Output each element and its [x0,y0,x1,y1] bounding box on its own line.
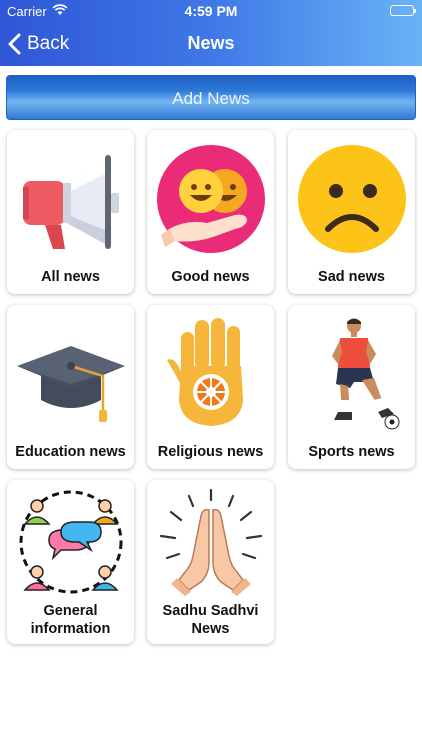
graduation-cap-icon [7,313,134,435]
status-time: 4:59 PM [184,3,238,19]
category-label: General information [30,603,111,637]
people-chat-icon [7,484,134,600]
category-card-all-news[interactable]: All news [7,130,134,294]
category-label: Education news [15,444,126,460]
category-card-education-news[interactable]: Education news [7,305,134,469]
category-label: All news [41,269,100,285]
category-card-religious-news[interactable]: Religious news [147,305,274,469]
football-player-icon [288,313,415,435]
category-label: Religious news [157,444,264,460]
category-label: Good news [171,269,250,285]
happy-faces-icon [147,138,274,260]
status-bar: Carrier 4:59 PM [0,0,422,22]
category-label: Sports news [308,444,395,460]
battery-icon [390,5,416,16]
category-card-sports-news[interactable]: Sports news [288,305,415,469]
page-title: News [187,33,235,53]
category-card-sadhu-sadhvi-news[interactable]: Sadhu Sadhvi News [147,480,274,644]
ahimsa-hand-icon [147,313,274,435]
megaphone-icon [7,138,134,260]
category-card-sad-news[interactable]: Sad news [288,130,415,294]
sad-face-icon [288,138,415,260]
category-label: Sad news [318,269,385,285]
category-label: Sadhu Sadhvi News [162,603,259,637]
category-card-general-information[interactable]: General information [7,480,134,644]
category-card-good-news[interactable]: Good news [147,130,274,294]
top-bar: Carrier 4:59 PM Back News [0,0,422,66]
praying-hands-icon [147,484,274,600]
navigation-bar: Back News [0,22,422,66]
add-news-button[interactable]: Add News [6,75,416,120]
